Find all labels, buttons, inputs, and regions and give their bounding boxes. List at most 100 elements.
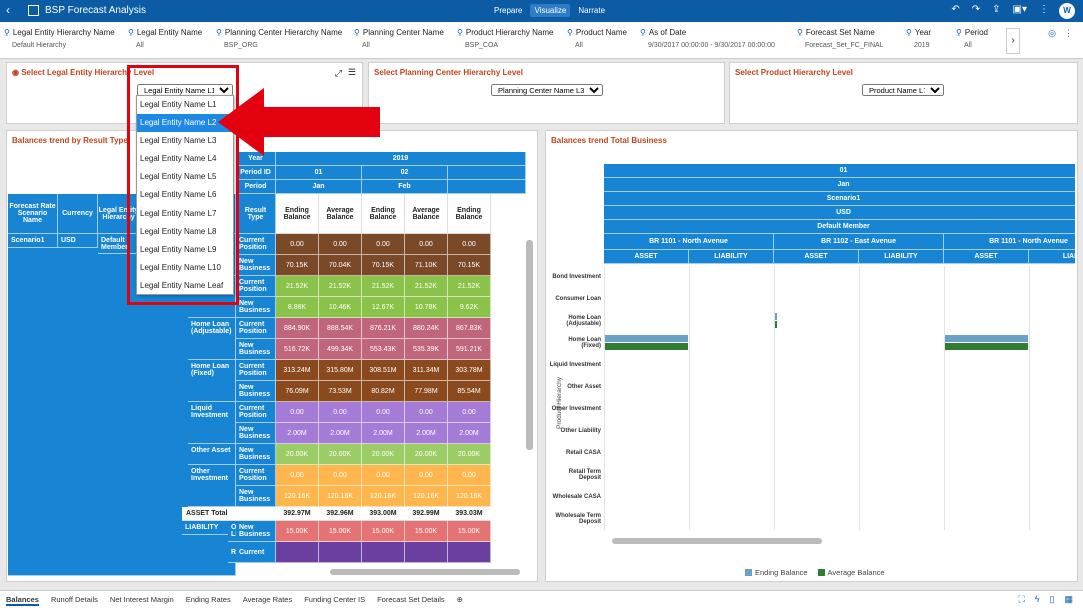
liability-label: LIABILITY (182, 521, 232, 535)
dropdown-option[interactable]: Legal Entity Name L7 (137, 205, 233, 223)
data-cell: 70.04K (319, 255, 362, 276)
refresh-icon[interactable]: ϟ (1035, 594, 1040, 605)
more-icon[interactable]: ⋮ (1064, 28, 1073, 39)
product-axis-label: Other Asset (567, 384, 601, 390)
chart-gridline (859, 266, 860, 530)
period-header: Period (236, 180, 276, 194)
grid-icon[interactable]: ▦ (1064, 594, 1073, 605)
dropdown-option[interactable]: Legal Entity Name L8 (137, 223, 233, 241)
panel-menu-icon[interactable]: ☰ (348, 67, 356, 78)
data-cell (319, 542, 362, 563)
dropdown-option[interactable]: Legal Entity Name L6 (137, 186, 233, 204)
balances-by-result-title: Balances trend by Result Type (12, 136, 128, 145)
filter-as-of-date[interactable]: ⚲ As of Date 9/30/2017 00:00:00 - 9/30/20… (640, 28, 775, 49)
chart-header-row: Scenario1 (604, 192, 1075, 206)
filter-product-hierarchy[interactable]: ⚲ Product Hierarchy Name BSP_COA (457, 28, 553, 49)
pivot-horizontal-scrollbar[interactable] (330, 569, 520, 575)
data-cell: 15.00K (319, 521, 362, 542)
undo-icon[interactable]: ↶ (951, 4, 959, 15)
bar-ending-balance[interactable] (605, 335, 688, 342)
canvas-tab[interactable]: Balances (6, 595, 39, 606)
filter-icon: ◉ (12, 68, 22, 77)
bar-average-balance[interactable] (605, 343, 688, 350)
redo-icon[interactable]: ↷ (972, 4, 980, 15)
measure-header: Average Balance (405, 194, 448, 234)
dropdown-option[interactable]: Legal Entity Name L10 (137, 259, 233, 277)
dropdown-option[interactable]: Legal Entity Name L9 (137, 241, 233, 259)
asset-total-cell: 392.99M (405, 507, 448, 521)
data-cell: 888.54K (319, 318, 362, 339)
mode-prepare[interactable]: Prepare (490, 4, 526, 17)
data-cell: 2.00M (319, 423, 362, 444)
app-title: BSP Forecast Analysis (45, 5, 146, 16)
canvas-tab[interactable]: Average Rates (243, 595, 292, 606)
asset-total-cell: 392.97M (276, 507, 319, 521)
export-icon[interactable]: ⇪ (992, 4, 1000, 15)
data-cell: 0.00 (362, 234, 405, 255)
mode-visualize[interactable]: Visualize (530, 4, 571, 17)
settings-icon[interactable]: ◎ (1048, 28, 1056, 39)
dropdown-option[interactable]: Legal Entity Name Leaf (137, 277, 233, 295)
data-cell: 0.00 (276, 234, 319, 255)
data-cell: 21.52K (405, 276, 448, 297)
measure-header: Average Balance (319, 194, 362, 234)
bar-average-balance[interactable] (945, 343, 1028, 350)
canvas-tab[interactable]: Forecast Set Details (377, 595, 445, 606)
data-cell: 315.80M (319, 360, 362, 381)
data-cell: 2.00M (405, 423, 448, 444)
save-icon[interactable]: ▣▾ (1013, 4, 1027, 15)
bar-ending-balance[interactable] (775, 313, 777, 320)
result-type: New Business (236, 486, 276, 507)
product-axis-label: Home Loan (Fixed) (568, 337, 601, 349)
fit-icon[interactable]: ⛶ (1018, 594, 1024, 605)
product-level-select[interactable]: Product Name L7 (862, 84, 944, 96)
chart-header-row: Default Member (604, 220, 1075, 234)
data-cell: 2.00M (448, 423, 491, 444)
pin-icon: ⚲ (354, 28, 360, 37)
planning-center-level-select[interactable]: Planning Center Name L3 (491, 84, 603, 96)
filter-forecast-set-name[interactable]: ⚲ Forecast Set Name Forecast_Set_FC_FINAL (797, 28, 884, 49)
filter-planning-center-hierarchy[interactable]: ⚲ Planning Center Hierarchy Name BSP_ORG (216, 28, 342, 49)
data-cell (405, 542, 448, 563)
data-cell: 120.16K (276, 486, 319, 507)
menu-icon[interactable]: ⋮ (1039, 4, 1049, 15)
bar-ending-balance[interactable] (945, 335, 1028, 342)
add-tab-icon[interactable]: ⊕ (457, 595, 463, 606)
layout-icon[interactable]: ▯ (1050, 594, 1055, 605)
data-cell: 0.00 (276, 402, 319, 423)
canvas-tab[interactable]: Ending Rates (186, 595, 231, 606)
app-icon (28, 5, 39, 16)
canvas-tab[interactable]: Net Interest Margin (110, 595, 174, 606)
filter-product-name[interactable]: ⚲ Product Name All (567, 28, 627, 49)
product-name: Other Investment (188, 465, 236, 507)
dropdown-option[interactable]: Legal Entity Name L5 (137, 168, 233, 186)
bar-average-balance[interactable] (775, 321, 777, 328)
mode-narrate[interactable]: Narrate (574, 4, 609, 17)
canvas-tab[interactable]: Funding Center IS (304, 595, 365, 606)
pin-icon: ⚲ (956, 28, 962, 37)
result-type: New Business (236, 297, 276, 318)
filter-year[interactable]: ⚲ Year 2019 (906, 28, 931, 49)
chart-horizontal-scrollbar[interactable] (612, 538, 822, 544)
scenario-value: Scenario1 (8, 234, 58, 248)
filter-next-button[interactable]: › (1006, 28, 1020, 54)
back-icon[interactable]: ‹ (6, 3, 10, 17)
period-id-value: 01 (276, 166, 362, 180)
result-type: New Business (236, 381, 276, 402)
pivot-vertical-scrollbar[interactable] (526, 240, 533, 450)
filter-planning-center-name[interactable]: ⚲ Planning Center Name All (354, 28, 444, 49)
filter-legal-entity-hierarchy[interactable]: ⚲ Legal Entity Hierarchy Name Default Hie… (4, 28, 115, 49)
result-type: Current (236, 542, 276, 563)
data-cell (276, 542, 319, 563)
asset-total-cell: 393.00M (362, 507, 405, 521)
data-cell: 2.00M (276, 423, 319, 444)
filter-legal-entity-name[interactable]: ⚲ Legal Entity Name All (128, 28, 202, 49)
filter-period[interactable]: ⚲ Period All (956, 28, 988, 49)
legend-average-balance: Average Balance (817, 568, 885, 577)
user-avatar[interactable]: W (1059, 3, 1075, 19)
row-header-label: Result Type (236, 194, 276, 234)
chart-gridline (1029, 266, 1030, 530)
canvas-tab[interactable]: Runoff Details (51, 595, 98, 606)
expand-icon[interactable]: ⤢ (335, 68, 342, 79)
data-cell: 553.43K (362, 339, 405, 360)
